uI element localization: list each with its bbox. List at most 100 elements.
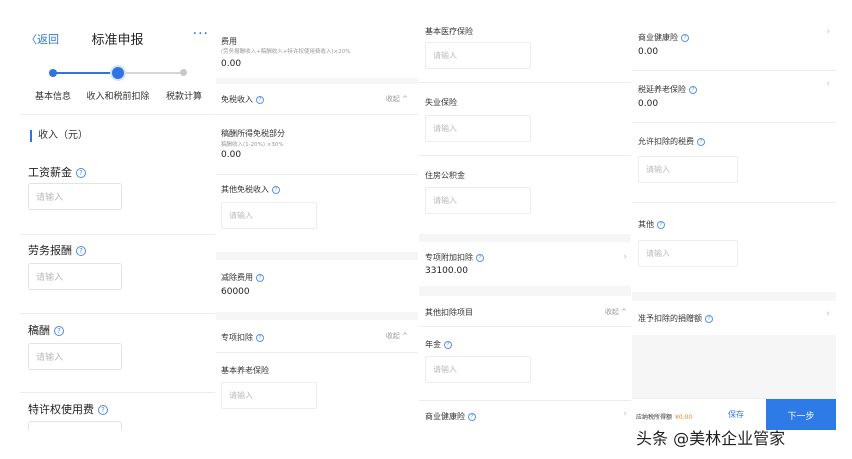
insurance-card: 基本医疗保险 请输入 失业保险 请输入 住房公积金 请输入 [419, 22, 631, 234]
fee-card: 费用 (劳务报酬收入+稿酬收入+特许权使用费收入)×20% 0.00 [216, 22, 418, 78]
housing-fund-label: 住房公积金 [425, 171, 465, 180]
pension-input[interactable]: 请输入 [221, 382, 317, 409]
help-icon[interactable]: ? [256, 274, 264, 282]
salary-input[interactable]: 请输入 [28, 183, 122, 210]
chevron-right-icon[interactable]: › [623, 252, 627, 262]
unemployment-insurance-label: 失业保险 [425, 98, 457, 107]
section-title-income: 收入（元） [30, 130, 88, 142]
step-line-done [53, 72, 117, 74]
divider [632, 70, 836, 71]
other-exempt-input[interactable]: 请输入 [221, 202, 317, 229]
step-tax-calculation[interactable]: 税款计算 [166, 89, 202, 102]
chevron-right-icon[interactable]: › [826, 27, 830, 37]
special-additional-label: 专项附加扣除? [425, 252, 484, 263]
nav-bar: 〈返回 标准申报 ··· [20, 22, 215, 56]
allowed-tax-label: 允许扣除的税费? [638, 136, 705, 147]
help-icon[interactable]: ? [54, 326, 64, 336]
collapse-other-button[interactable]: 收起 ^ [605, 307, 627, 317]
chevron-right-icon[interactable]: › [623, 409, 627, 419]
divider [216, 114, 418, 115]
royalty-exempt-label: 稿酬所得免税部分 [221, 129, 285, 138]
tax-deferred-pension-value: 0.00 [638, 99, 659, 109]
fee-formula: (劳务报酬收入+稿酬收入+特许权使用费收入)×20% [221, 49, 351, 55]
watermark-text: 头条 @美林企业管家 [636, 429, 786, 448]
step-line-pending [117, 72, 183, 74]
chevron-right-icon[interactable]: › [826, 79, 830, 89]
help-icon[interactable]: ? [681, 34, 689, 42]
deduction-panel-3: 基本医疗保险 请输入 失业保险 请输入 住房公积金 请输入 专项附加扣除? 33… [419, 22, 631, 430]
fee-value: 0.00 [221, 59, 242, 69]
other-deduction-card: 其他扣除项目 收起 ^ 年金? 请输入 商业健康险? › [419, 296, 631, 430]
help-icon[interactable]: ? [468, 413, 476, 421]
chevron-right-icon[interactable]: › [826, 309, 830, 319]
deduction-fee-label: 减除费用? [221, 272, 264, 283]
tax-deferred-pension-label: 税延养老保险? [638, 84, 697, 95]
other-deduction-label: 其他扣除项目 [425, 308, 473, 317]
housing-fund-input[interactable]: 请输入 [425, 187, 531, 214]
divider [20, 114, 215, 115]
exempt-income-label: 免税收入? [221, 94, 264, 105]
annuity-input[interactable]: 请输入 [425, 356, 531, 383]
help-icon[interactable]: ? [476, 254, 484, 262]
help-icon[interactable]: ? [705, 315, 713, 323]
deduction-panel-4: 商业健康险? 0.00 › 税延养老保险? 0.00 › 允许扣除的税费? 请输… [632, 22, 836, 430]
special-additional-card[interactable]: 专项附加扣除? 33100.00 › [419, 242, 631, 286]
exempt-income-card: 免税收入? 收起 ^ 稿酬所得免税部分 稿酬收入(1-20%) ×30% 0.0… [216, 84, 418, 252]
divider [419, 155, 631, 156]
commercial-health-label: 商业健康险? [638, 32, 689, 43]
other-exempt-label: 其他免税收入? [221, 184, 280, 195]
allowed-tax-input[interactable]: 请输入 [638, 156, 738, 183]
help-icon[interactable]: ? [272, 186, 280, 194]
step-income-deduction[interactable]: 收入和税前扣除 [86, 89, 149, 102]
step-dot-2 [112, 67, 124, 79]
declaration-form-panel: 〈返回 标准申报 ··· 基本信息 收入和税前扣除 税款计算 收入（元） 工资薪… [20, 22, 215, 430]
special-deduction-label: 专项扣除? [221, 332, 264, 343]
page-title: 标准申报 [91, 33, 144, 48]
save-button[interactable]: 保存 [728, 409, 744, 420]
special-deduction-card: 专项扣除? 收起 ^ 基本养老保险 请输入 [216, 320, 418, 430]
help-icon[interactable]: ? [98, 405, 108, 415]
help-icon[interactable]: ? [76, 168, 86, 178]
field-label-salary: 工资薪金? [28, 164, 86, 180]
help-icon[interactable]: ? [697, 138, 705, 146]
divider [216, 352, 418, 353]
health-insurance-label: 商业健康险? [425, 411, 476, 422]
deduction-fee-value: 60000 [221, 287, 250, 297]
collapse-special-button[interactable]: 收起 ^ [386, 331, 408, 341]
special-additional-value: 33100.00 [425, 266, 468, 276]
help-icon[interactable]: ? [657, 221, 665, 229]
labor-remuneration-input[interactable]: 请输入 [28, 263, 122, 290]
commercial-health-value: 0.00 [638, 47, 659, 57]
field-label-royalty: 稿酬? [28, 322, 64, 338]
extra-deduction-card: 商业健康险? 0.00 › 税延养老保险? 0.00 › 允许扣除的税费? 请输… [632, 22, 836, 292]
taxable-income-summary: 应纳税所得额 ¥0.00 [636, 414, 693, 421]
divider [419, 326, 631, 327]
royalty-exempt-formula: 稿酬收入(1-20%) ×30% [221, 142, 284, 148]
divider [20, 392, 215, 393]
pension-label: 基本养老保险 [221, 366, 269, 375]
medical-insurance-input[interactable]: 请输入 [425, 42, 531, 69]
divider [419, 82, 631, 83]
author-remuneration-input[interactable]: 请输入 [28, 343, 122, 370]
help-icon[interactable]: ? [256, 334, 264, 342]
other-input[interactable]: 请输入 [638, 240, 738, 267]
step-dot-1 [49, 69, 57, 77]
fee-label: 费用 [221, 37, 237, 46]
step-dot-3 [180, 69, 187, 76]
step-basic-info[interactable]: 基本信息 [35, 89, 71, 102]
royalty-exempt-value: 0.00 [221, 150, 242, 160]
field-label-labor: 劳务报酬? [28, 242, 86, 258]
help-icon[interactable]: ? [444, 341, 452, 349]
franchise-fee-input[interactable] [28, 421, 122, 430]
unemployment-insurance-input[interactable]: 请输入 [425, 115, 531, 142]
collapse-exempt-button[interactable]: 收起 ^ [386, 94, 408, 104]
help-icon[interactable]: ? [256, 96, 264, 104]
more-icon[interactable]: ··· [193, 26, 209, 42]
donation-card[interactable]: 准予扣除的捐赠额? › [632, 301, 836, 335]
divider [632, 202, 836, 203]
deduction-panel-2: 费用 (劳务报酬收入+稿酬收入+特许权使用费收入)×20% 0.00 免税收入?… [216, 22, 418, 430]
help-icon[interactable]: ? [689, 86, 697, 94]
donation-label: 准予扣除的捐赠额? [638, 313, 713, 324]
help-icon[interactable]: ? [76, 246, 86, 256]
divider [20, 313, 215, 314]
